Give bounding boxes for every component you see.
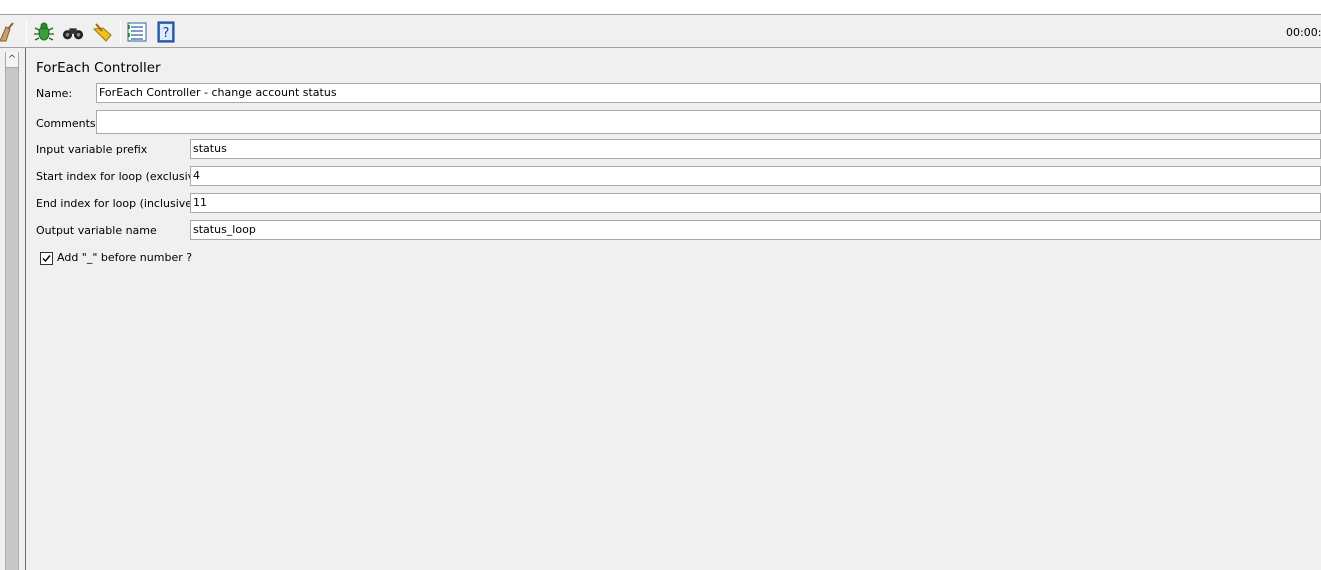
comments-field[interactable] — [96, 110, 1321, 134]
toolbar-separator — [26, 20, 27, 44]
name-label: Name: — [36, 87, 73, 100]
broom-icon[interactable] — [0, 21, 18, 43]
name-field[interactable]: ForEach Controller - change account stat… — [96, 83, 1321, 103]
binoculars-search-icon[interactable] — [62, 21, 84, 43]
window-top-strip — [0, 0, 1321, 15]
input-prefix-label: Input variable prefix — [36, 143, 148, 156]
add-underscore-checkbox[interactable] — [40, 252, 53, 265]
tree-pane: ^ — [0, 48, 26, 570]
comments-label: Comments: — [36, 117, 100, 130]
split-divider[interactable] — [25, 48, 26, 570]
clear-all-broom-icon[interactable] — [91, 21, 113, 43]
checkmark-icon — [42, 255, 51, 263]
vertical-scrollbar[interactable]: ^ — [5, 52, 19, 570]
end-index-label: End index for loop (inclusive) — [36, 197, 197, 210]
end-index-field[interactable]: 11 — [190, 193, 1321, 213]
output-variable-label: Output variable name — [36, 224, 157, 237]
start-index-field[interactable]: 4 — [190, 166, 1321, 186]
scroll-up-icon[interactable]: ^ — [6, 52, 18, 68]
page-title: ForEach Controller — [36, 60, 161, 76]
input-prefix-field[interactable]: status — [190, 139, 1321, 159]
output-variable-field[interactable]: status_loop — [190, 220, 1321, 240]
elapsed-timer: 00:00:0 — [1286, 26, 1321, 39]
debug-bug-icon[interactable] — [33, 21, 55, 43]
help-icon[interactable]: ? — [155, 21, 177, 43]
start-index-label: Start index for loop (exclusive) — [36, 170, 206, 183]
toolbar-separator — [120, 20, 121, 44]
function-list-icon[interactable] — [126, 21, 148, 43]
add-underscore-label: Add "_" before number ? — [57, 251, 193, 264]
svg-text:?: ? — [163, 26, 170, 41]
toolbar: ? 00:00:0 — [0, 15, 1321, 48]
